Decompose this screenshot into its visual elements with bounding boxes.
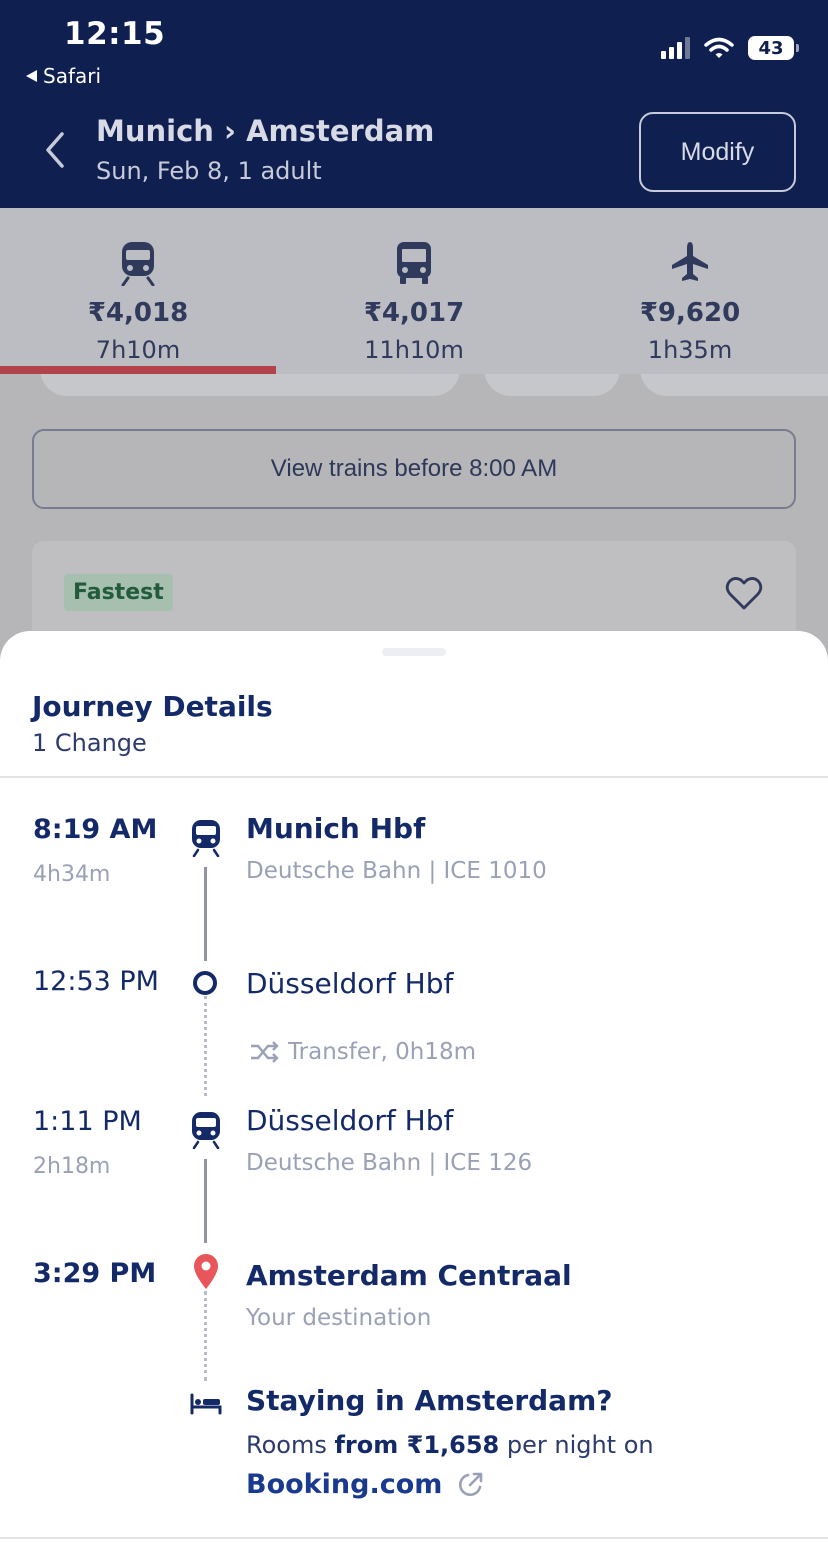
transfer-info: Transfer, 0h18m (250, 1039, 476, 1065)
train-icon (192, 1112, 220, 1149)
stay-price: from ₹1,658 (334, 1431, 500, 1459)
stay-prefix: Rooms (246, 1431, 335, 1459)
departure-time: 1:11 PM (33, 1106, 142, 1137)
battery-icon: 43 (748, 36, 799, 60)
destination-note: Your destination (246, 1305, 432, 1331)
location-pin-icon (194, 1254, 218, 1289)
shuffle-icon (251, 1041, 279, 1063)
timeline-line (204, 867, 207, 961)
operator-info: Deutsche Bahn | ICE 1010 (246, 858, 547, 884)
station-name: Düsseldorf Hbf (246, 1104, 454, 1137)
transfer-label: Transfer, 0h18m (288, 1039, 476, 1065)
filter-chip[interactable] (640, 374, 828, 396)
arrival-time: 12:53 PM (33, 966, 159, 997)
arrival-time: 3:29 PM (33, 1258, 157, 1289)
back-triangle-icon (26, 70, 37, 82)
train-icon (121, 242, 155, 286)
external-link-icon (459, 1472, 483, 1496)
back-app-label: Safari (43, 64, 102, 88)
filter-chip[interactable] (40, 374, 460, 396)
stay-suffix: per night on (499, 1431, 654, 1459)
departure-time: 8:19 AM (33, 814, 158, 845)
view-earlier-trains-button[interactable]: View trains before 8:00 AM (32, 429, 796, 509)
battery-level: 43 (758, 37, 784, 59)
station-name: Munich Hbf (246, 812, 426, 845)
selected-tab-indicator (0, 366, 276, 374)
destination-station: Amsterdam Centraal (246, 1259, 572, 1292)
status-indicators: 43 (661, 36, 799, 60)
modify-button[interactable]: Modify (639, 112, 796, 192)
tab-flight[interactable]: ₹9,620 1h35m (552, 208, 828, 374)
wifi-icon (704, 37, 734, 58)
train-icon (192, 820, 220, 857)
flight-duration: 1h35m (647, 336, 733, 364)
filter-chips (0, 374, 828, 402)
tab-bus[interactable]: ₹4,017 11h10m (276, 208, 552, 374)
plane-icon (672, 242, 708, 281)
station-name: Düsseldorf Hbf (246, 967, 454, 1000)
divider (0, 776, 828, 778)
route-title: Munich › Amsterdam (96, 114, 435, 148)
bus-icon (397, 242, 431, 284)
tab-train[interactable]: ₹4,018 7h10m (0, 208, 276, 374)
changes-count: 1 Change (32, 729, 147, 757)
timeline-dotted-line (204, 1291, 207, 1381)
stay-promo-text: Rooms from ₹1,658 per night on (246, 1431, 654, 1459)
divider (0, 1537, 828, 1539)
cellular-signal-icon (661, 37, 690, 59)
stop-circle-icon (193, 971, 217, 995)
journey-details-sheet: Journey Details 1 Change 8:19 AM 4h34m M… (0, 631, 828, 1548)
timeline-dotted-line (204, 996, 207, 1096)
booking-link-label: Booking.com (246, 1469, 443, 1500)
segment-duration: 2h18m (33, 1154, 111, 1179)
booking-link[interactable]: Booking.com (246, 1469, 484, 1500)
travel-mode-tabs: ₹4,018 7h10m ₹4,017 11h10m ₹9,620 1h35m (0, 208, 828, 374)
sheet-title: Journey Details (32, 690, 273, 723)
back-to-safari[interactable]: Safari (26, 64, 101, 88)
app-header: 12:15 Safari 43 Munich › Amsterdam Sun, … (0, 0, 828, 208)
train-duration: 7h10m (95, 336, 181, 364)
stay-promo-title: Staying in Amsterdam? (246, 1384, 613, 1417)
status-time: 12:15 (64, 16, 166, 52)
bed-icon (190, 1393, 222, 1415)
flight-price: ₹9,620 (639, 298, 741, 328)
bus-duration: 11h10m (364, 336, 464, 364)
back-chevron-icon[interactable] (42, 130, 68, 170)
bus-price: ₹4,017 (363, 298, 465, 328)
heart-icon[interactable] (724, 575, 764, 611)
fastest-badge: Fastest (64, 574, 173, 611)
sheet-grabber[interactable] (382, 648, 446, 656)
segment-duration: 4h34m (33, 862, 111, 887)
train-price: ₹4,018 (87, 298, 189, 328)
filter-chip[interactable] (484, 374, 620, 396)
operator-info: Deutsche Bahn | ICE 126 (246, 1150, 533, 1176)
route-subtitle: Sun, Feb 8, 1 adult (96, 157, 322, 185)
timeline-line (204, 1159, 207, 1243)
